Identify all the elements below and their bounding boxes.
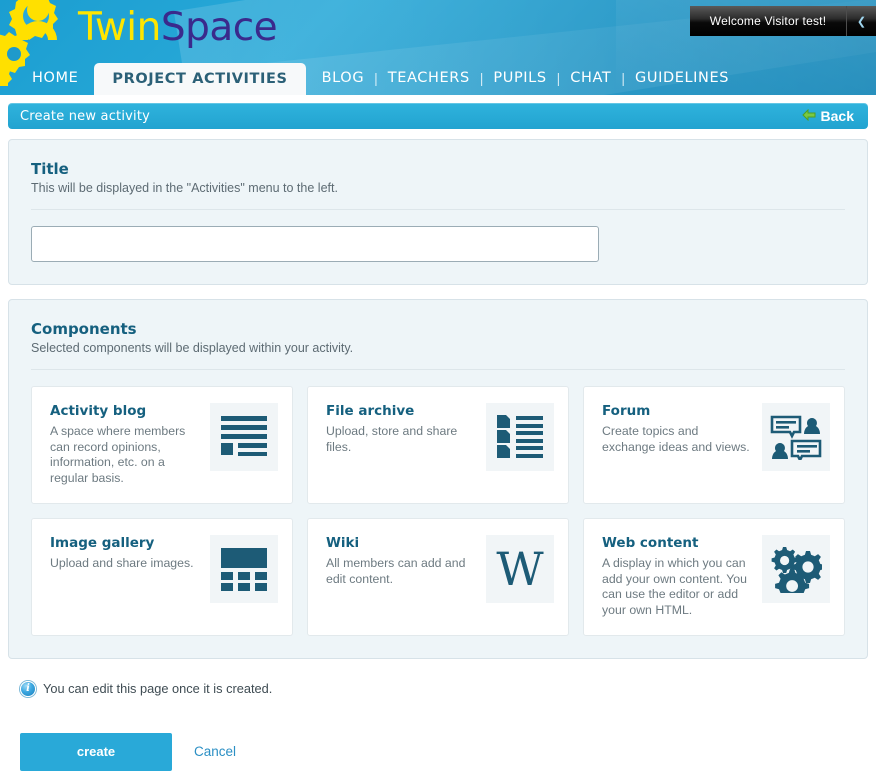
component-card-image-gallery[interactable]: Image gallery Upload and share images. [31, 517, 293, 636]
component-title: Web content [602, 534, 699, 551]
component-description: A space where members can record opinion… [50, 424, 186, 486]
components-grid: Activity blog A space where members can … [31, 386, 845, 636]
info-icon: i [20, 680, 36, 697]
component-title: Activity blog [50, 403, 147, 419]
component-card-file-archive[interactable]: File archive Upload, store and share fil… [307, 386, 569, 504]
gears-icon [762, 534, 830, 603]
nav-item-guidelines[interactable]: GUIDELINES [625, 70, 739, 95]
page-titlebar: Create new activity Back [8, 103, 868, 129]
chevron-down-icon[interactable]: ❮ [846, 6, 876, 36]
arrow-left-icon [801, 108, 816, 124]
nav-item-teachers[interactable]: TEACHERS [378, 70, 480, 95]
svg-text:W: W [496, 545, 544, 593]
components-panel-subtext: Selected components will be displayed wi… [31, 341, 354, 355]
nav-item-project-activities[interactable]: PROJECT ACTIVITIES [94, 63, 306, 95]
title-panel: Title This will be displayed in the "Act… [8, 139, 868, 285]
nav-item-blog[interactable]: BLOG [312, 70, 375, 95]
create-button[interactable]: create [20, 732, 172, 771]
info-note: i You can edit this page once it is crea… [8, 673, 868, 697]
title-panel-subtext: This will be displayed in the "Activitie… [31, 181, 338, 195]
form-actions: create Cancel [8, 697, 868, 771]
component-description: Create topics and exchange ideas and vie… [602, 424, 750, 454]
divider [31, 369, 845, 370]
nav-item-pupils[interactable]: PUPILS [483, 70, 556, 95]
components-panel: Components Selected components will be d… [8, 299, 868, 659]
wiki-w-icon: W [486, 534, 554, 603]
back-label: Back [820, 108, 854, 124]
component-title: File archive [326, 403, 415, 419]
component-card-web-content[interactable]: Web content A display in which you can a… [583, 517, 845, 636]
cancel-button[interactable]: Cancel [194, 744, 236, 759]
components-panel-heading: Components [31, 320, 137, 338]
component-card-forum[interactable]: Forum Create topics and exchange ideas a… [583, 386, 845, 504]
activity-title-input[interactable] [31, 226, 599, 262]
component-card-activity-blog[interactable]: Activity blog A space where members can … [31, 386, 293, 504]
brand-twin: Twin [78, 5, 161, 50]
component-description: All members can add and edit content. [326, 555, 466, 586]
divider [31, 209, 845, 210]
blog-lines-icon [210, 403, 278, 471]
component-description: Upload and share images. [50, 555, 194, 570]
component-title: Image gallery [50, 534, 155, 551]
site-header: TwinSpace Welcome Visitor test! ❮ HOME P… [0, 0, 876, 95]
page-title: Create new activity [20, 108, 151, 124]
welcome-bar: Welcome Visitor test! ❮ [690, 6, 876, 36]
component-card-wiki[interactable]: Wiki All members can add and edit conten… [307, 517, 569, 636]
file-list-icon [486, 403, 554, 471]
component-title: Forum [602, 403, 651, 419]
main-navigation: HOME PROJECT ACTIVITIES BLOG | TEACHERS … [0, 62, 876, 95]
welcome-message[interactable]: Welcome Visitor test! [690, 6, 846, 36]
info-note-text: You can edit this page once it is create… [43, 681, 273, 697]
nav-item-chat[interactable]: CHAT [560, 70, 621, 95]
nav-item-home[interactable]: HOME [22, 70, 88, 95]
page-content: Title This will be displayed in the "Act… [0, 129, 876, 771]
component-title: Wiki [326, 534, 360, 551]
component-description: A display in which you can add your own … [602, 555, 747, 618]
back-button[interactable]: Back [801, 108, 858, 124]
image-grid-icon [210, 534, 278, 603]
brand-space: Space [160, 5, 278, 50]
component-description: Upload, store and share files. [326, 424, 458, 454]
title-panel-heading: Title [31, 160, 69, 178]
brand-title[interactable]: TwinSpace [78, 5, 278, 50]
forum-speech-bubbles-icon [762, 403, 830, 471]
